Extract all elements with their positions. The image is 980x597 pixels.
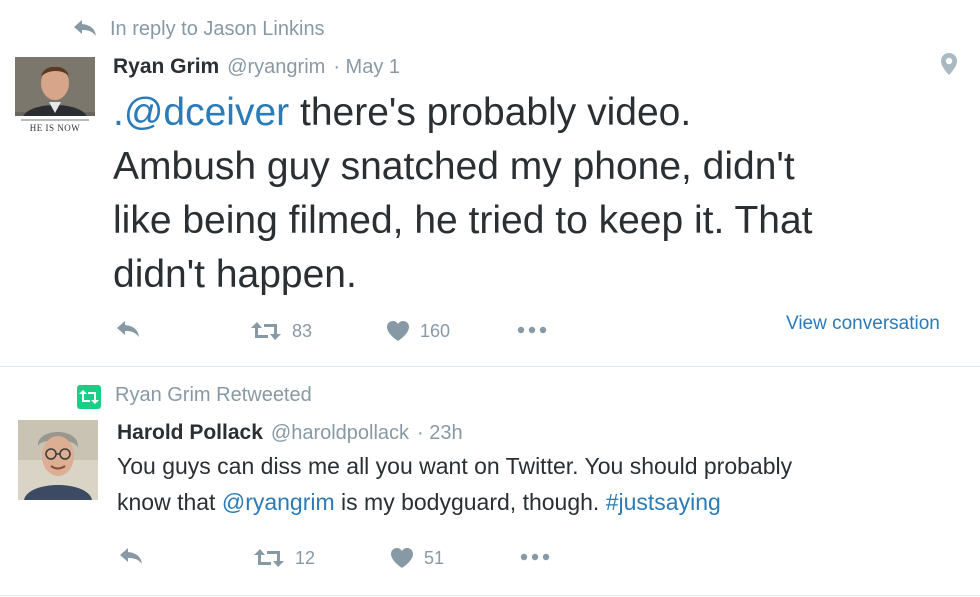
tweet-text: .@dceiver there's probably video. Ambush… [113,91,813,296]
more-button[interactable] [519,549,551,565]
tweet-ryan-grim: In reply to Jason Linkins HE IS NOW Ryan… [0,0,980,367]
reply-icon [118,546,144,566]
retweeted-by-link[interactable]: Ryan Grim Retweeted [115,384,312,407]
like-count: 160 [420,320,451,341]
heart-icon [386,320,410,342]
author-handle[interactable]: @haroldpollack [271,422,409,445]
reply-arrow-icon [72,18,98,38]
like-count: 51 [424,547,445,568]
tweet-harold-pollack: Ryan Grim Retweeted Harold Pollack @haro… [0,367,980,596]
ellipsis-icon [519,549,551,565]
retweet-icon [253,547,285,569]
retweet-icon [77,385,101,409]
author-name[interactable]: Ryan Grim [113,55,219,79]
retweet-icon [250,320,282,342]
heart-icon [390,547,414,569]
retweet-button[interactable]: 83 [250,320,312,342]
mention-link[interactable]: .@dceiver [113,91,289,134]
tweet-timestamp[interactable]: · May 1 [333,56,400,79]
like-button[interactable]: 160 [386,320,450,342]
reply-icon [115,319,141,339]
avatar[interactable] [18,420,98,500]
like-button[interactable]: 51 [390,547,444,569]
retweet-count: 12 [295,547,316,568]
reply-button[interactable] [118,546,144,566]
avatar-caption: HE IS NOW [15,116,95,138]
hashtag-link[interactable]: #justsaying [606,489,721,515]
tweet-text: You guys can diss me all you want on Twi… [117,453,793,515]
view-conversation-link[interactable]: View conversation [786,313,940,335]
reply-button[interactable] [115,319,141,339]
tweet-timestamp[interactable]: · 23h [417,422,463,445]
author-name[interactable]: Harold Pollack [117,421,263,445]
ellipsis-icon [516,322,548,338]
retweet-count: 83 [292,320,313,341]
retweet-button[interactable]: 12 [253,547,315,569]
tweet-header: Harold Pollack @haroldpollack · 23h [117,421,463,445]
more-button[interactable] [516,322,548,338]
author-handle[interactable]: @ryangrim [227,56,325,79]
mention-link[interactable]: @ryangrim [222,489,335,515]
tweet-header: Ryan Grim @ryangrim · May 1 [113,55,400,79]
location-pin-icon[interactable] [940,52,958,76]
in-reply-to-link[interactable]: In reply to Jason Linkins [110,18,325,41]
